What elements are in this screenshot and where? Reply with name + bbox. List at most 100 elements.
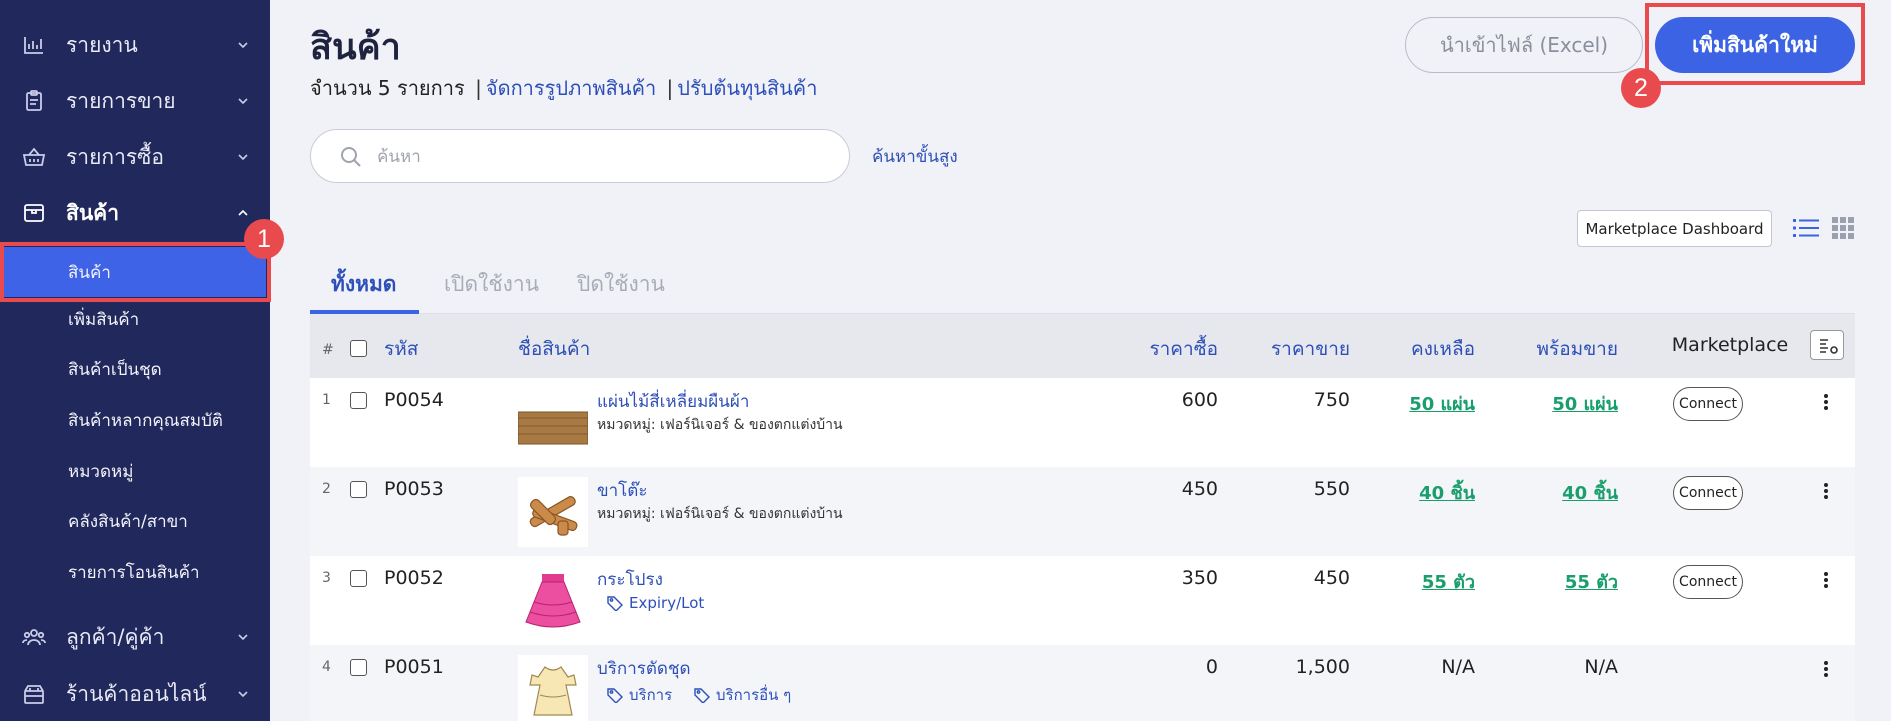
row-checkbox[interactable] [350,481,367,498]
col-name[interactable]: ชื่อสินค้า [518,334,590,364]
select-all-checkbox[interactable] [350,340,367,357]
sidebar-subitem-categories[interactable]: หมวดหมู่ [0,446,270,496]
row-checkbox[interactable] [350,570,367,587]
product-thumbnail [518,477,588,547]
product-name-link[interactable]: บริการตัดชุด [597,655,691,682]
chart-icon [24,37,43,54]
table-row[interactable]: 2 P0053 ขาโต๊ะ หมวดหมู่: เฟอร์นิเจอร์ & … [310,467,1855,556]
tab-enabled[interactable]: เปิดใช้งาน [444,268,539,301]
sidebar-subitem-bundles[interactable]: สินค้าเป็นชุด [0,344,270,394]
sidebar-subitem-warehouses[interactable]: คลังสินค้า/สาขา [0,496,270,546]
sidebar-item-reports[interactable]: รายงาน [0,17,270,73]
more-options-icon[interactable] [1820,392,1832,412]
column-settings-button[interactable] [1810,330,1844,360]
tag-icon [607,688,623,703]
col-sell-price[interactable]: ราคาขาย [1210,334,1350,364]
connect-button[interactable]: Connect [1673,565,1743,599]
more-options-icon[interactable] [1820,481,1832,501]
adjust-cost-link[interactable]: ปรับต้นทุนสินค้า [677,76,817,100]
table-row[interactable]: 3 P0052 กระโปรง Expiry/Lot 350 450 55 ตั… [310,556,1855,645]
search-box [310,129,850,183]
available-stock-link[interactable]: 55 ตัว [1478,567,1618,596]
sidebar-subitem-label: เพิ่มสินค้า [68,309,140,330]
table-row[interactable]: 1 P0054 แผ่นไม้สี่เหลี่ยมผืนผ้า หมวดหมู่… [310,378,1855,467]
page-subtitle: จำนวน 5 รายการ | จัดการรูปภาพสินค้า | ปรับ… [310,72,817,104]
products-table: # รหัส ชื่อสินค้า ราคาซื้อ ราคาขาย คงเหล… [310,314,1855,721]
table-row[interactable]: 4 P0051 บริการตัดชุด บริการ บริการอื่น ๆ… [310,645,1855,721]
remaining-stock-link[interactable]: 40 ชิ้น [1335,478,1475,507]
page-title: สินค้า [310,27,401,68]
sidebar-item-label: รายการขาย [66,88,176,113]
more-options-icon[interactable] [1820,659,1832,679]
annotation-badge-1: 1 [244,219,284,259]
product-tag-label: บริการ [629,686,673,704]
buy-price: 0 [1205,656,1218,678]
row-checkbox[interactable] [350,392,367,409]
tab-all[interactable]: ทั้งหมด [331,268,396,301]
tab-disabled[interactable]: ปิดใช้งาน [577,268,665,301]
product-thumbnail [518,655,588,721]
product-name-link[interactable]: แผ่นไม้สี่เหลี่ยมผืนผ้า [597,388,749,415]
import-excel-button[interactable]: นำเข้าไฟล์ (Excel) [1405,17,1643,73]
list-view-icon[interactable] [1793,216,1819,240]
add-new-product-button[interactable]: เพิ่มสินค้าใหม่ [1655,17,1855,73]
connect-button[interactable]: Connect [1673,476,1743,510]
col-code[interactable]: รหัส [384,334,418,364]
row-number: 4 [322,659,331,675]
sidebar-subitem-variants[interactable]: สินค้าหลากคุณสมบัติ [0,395,270,445]
sidebar-subitem-products[interactable]: สินค้า [4,247,266,297]
product-category: หมวดหมู่: เฟอร์นิเจอร์ & ของตกแต่งบ้าน [597,417,843,433]
table-header: # รหัส ชื่อสินค้า ราคาซื้อ ราคาขาย คงเหล… [310,314,1855,378]
available-stock-link[interactable]: 50 แผ่น [1478,389,1618,418]
grid-view-icon[interactable] [1832,217,1854,239]
product-tag-label: บริการอื่น ๆ [716,686,792,704]
sidebar-item-sales[interactable]: รายการขาย [0,73,270,129]
search-input[interactable] [377,142,827,172]
row-number: 1 [322,392,331,408]
product-code: P0053 [384,478,444,500]
product-name-link[interactable]: กระโปรง [597,566,663,593]
advanced-search-link[interactable]: ค้นหาขั้นสูง [872,143,958,170]
sidebar-item-label: รายการซื้อ [66,144,165,169]
remaining-stock-link[interactable]: 50 แผ่น [1335,389,1475,418]
product-code: P0054 [384,389,444,411]
sidebar-subitem-label: สินค้าเป็นชุด [68,359,162,380]
sidebar-item-label: รายงาน [66,32,138,57]
product-tag-label: Expiry/Lot [629,594,705,612]
sidebar-item-customers[interactable]: ลูกค้า/คู่ค้า [0,609,270,665]
sidebar-subitem-add-product[interactable]: เพิ่มสินค้า [0,294,270,344]
sidebar-subitem-label: สินค้า [68,262,111,283]
product-category: หมวดหมู่: เฟอร์นิเจอร์ & ของตกแต่งบ้าน [597,506,843,522]
manage-images-link[interactable]: จัดการรูปภาพสินค้า [486,76,656,100]
product-tag[interactable]: บริการอื่น ๆ [694,683,791,707]
col-marketplace: Marketplace [1671,334,1789,356]
marketplace-dashboard-button[interactable]: Marketplace Dashboard [1577,210,1772,247]
product-tag[interactable]: บริการ [607,683,672,707]
tag-icon [607,596,623,611]
product-tag[interactable]: Expiry/Lot [607,594,704,612]
col-buy-price[interactable]: ราคาซื้อ [1098,334,1218,364]
more-options-icon[interactable] [1820,570,1832,590]
product-thumbnail [518,411,588,445]
col-remaining[interactable]: คงเหลือ [1335,334,1475,364]
product-name-link[interactable]: ขาโต๊ะ [597,477,647,504]
sidebar-item-label: สินค้า [66,200,120,225]
sidebar-subitem-transfers[interactable]: รายการโอนสินค้า [0,547,270,597]
basket-icon [22,147,46,166]
sidebar-item-purchases[interactable]: รายการซื้อ [0,129,270,185]
store-icon [24,685,44,704]
remaining-stock-link[interactable]: 55 ตัว [1335,567,1475,596]
row-number: 2 [322,481,331,497]
chevron-down-icon [238,98,248,105]
product-code: P0052 [384,567,444,589]
connect-button[interactable]: Connect [1673,387,1743,421]
available-stock-link[interactable]: 40 ชิ้น [1478,478,1618,507]
sidebar-item-online-store[interactable]: ร้านค้าออนไลน์ [0,666,270,721]
sidebar: รายงาน รายการขาย รายการซื้อ สินค้า สินค้… [0,0,270,721]
sidebar-item-products[interactable]: สินค้า [0,185,270,241]
sell-price: 750 [1313,389,1350,411]
chevron-down-icon [238,154,248,161]
row-checkbox[interactable] [350,659,367,676]
col-available[interactable]: พร้อมขาย [1478,334,1618,364]
separator: | [666,76,674,100]
